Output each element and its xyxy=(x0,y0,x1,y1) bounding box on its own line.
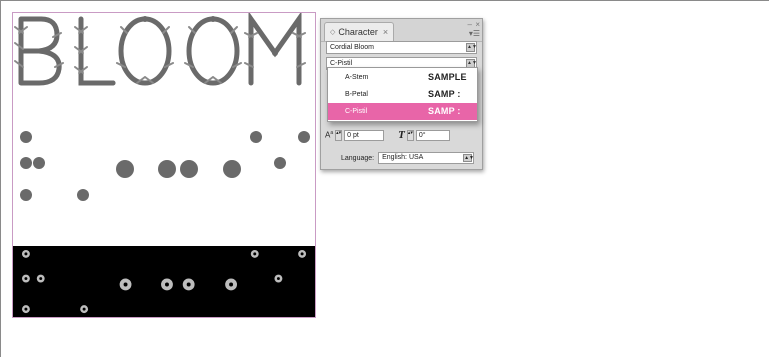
artboard[interactable] xyxy=(12,12,316,318)
dropdown-item-label: B-Petal xyxy=(345,91,368,98)
font-style-dropdown[interactable]: A-Stem SAMPLE B-Petal SAMP : C-Pistil SA… xyxy=(327,67,478,122)
font-style-value: C-Pistil xyxy=(330,60,353,67)
close-icon[interactable]: × xyxy=(475,20,480,29)
dropdown-item-label: A-Stem xyxy=(345,74,369,81)
collapse-arrow-icon[interactable]: ◇ xyxy=(330,28,335,36)
skew-input[interactable]: 0° xyxy=(415,129,450,141)
skew-icon: T xyxy=(398,129,405,141)
baseline-shift-icon: Aa xyxy=(325,130,334,140)
language-stepper-icon[interactable]: ▲▼ xyxy=(463,154,474,162)
letter-o-2 xyxy=(186,16,240,86)
tab-label: Character xyxy=(338,27,378,37)
dropdown-item-sample: SAMPLE xyxy=(428,72,467,82)
font-family-select[interactable]: Cordial Bloom ▲▼ xyxy=(326,41,477,54)
stamen-band xyxy=(13,246,315,317)
language-value: English: USA xyxy=(382,154,424,161)
font-family-value: Cordial Bloom xyxy=(330,44,374,51)
panel-header: ◇ Character × – × ▾☰ xyxy=(321,19,482,42)
letter-o-1 xyxy=(118,16,172,86)
dropdown-item-sample: SAMP : xyxy=(428,106,461,116)
bloom-lettering xyxy=(14,13,306,86)
language-label: Language: xyxy=(341,154,375,162)
tab-close-icon[interactable]: × xyxy=(383,27,388,37)
dropdown-item-sample: SAMP : xyxy=(428,89,461,99)
tab-character[interactable]: ◇ Character × xyxy=(324,22,395,41)
tracking-input[interactable]: 0 pt xyxy=(344,129,385,141)
language-row: Language: English: USA ▲▼ xyxy=(341,152,475,164)
font-family-stepper-icon[interactable]: ▲▼ xyxy=(466,43,477,52)
pistil-dots xyxy=(20,131,310,201)
dropdown-item-label: C-Pistil xyxy=(345,108,368,115)
skew-stepper-icon[interactable]: ▴▾ xyxy=(406,129,414,141)
dropdown-item-b-petal[interactable]: B-Petal SAMP : xyxy=(328,86,477,103)
dropdown-item-c-pistil[interactable]: C-Pistil SAMP : xyxy=(328,103,477,120)
letter-b xyxy=(18,16,62,86)
minimize-icon[interactable]: – xyxy=(468,20,472,29)
tracking-row: Aa ▴▾ 0 pt T ▴▾ 0° xyxy=(325,129,450,141)
tracking-stepper-icon[interactable]: ▴▾ xyxy=(335,129,343,141)
dropdown-item-a-stem[interactable]: A-Stem SAMPLE xyxy=(328,69,477,86)
language-select[interactable]: English: USA ▲▼ xyxy=(378,152,475,164)
panel-menu-icon[interactable]: ▾☰ xyxy=(469,29,480,38)
